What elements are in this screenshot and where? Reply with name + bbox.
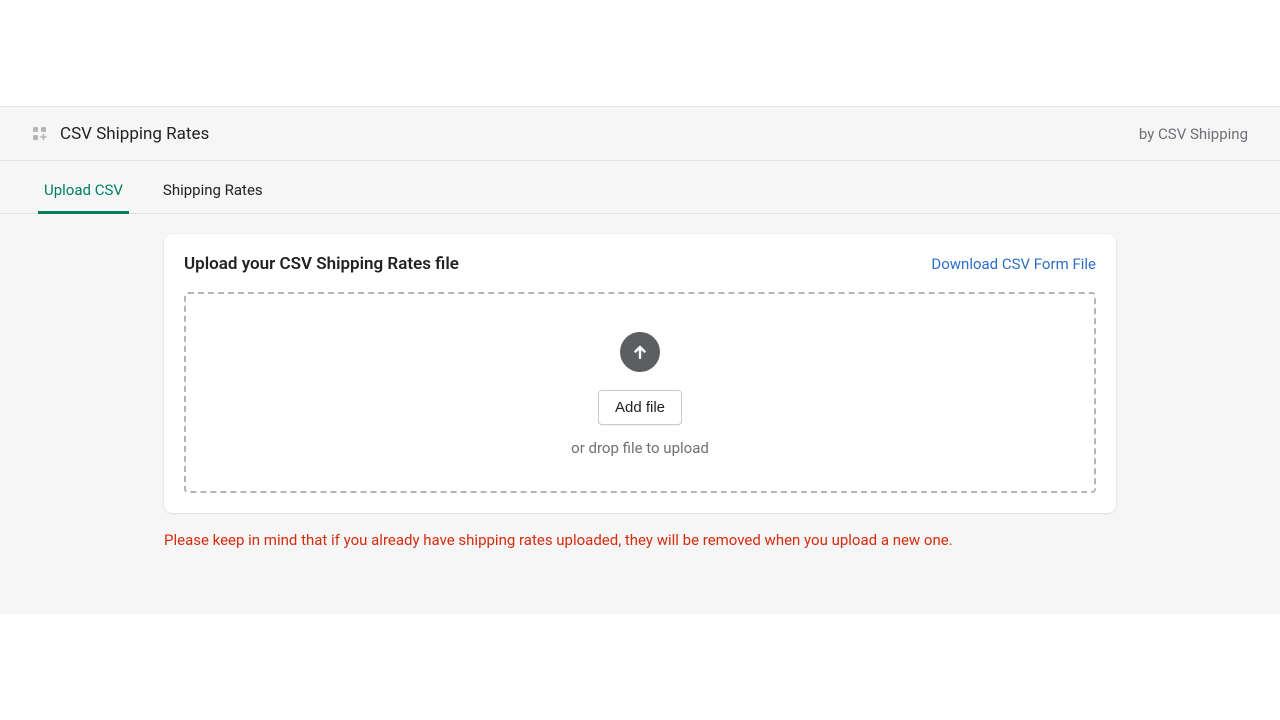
upload-card: Upload your CSV Shipping Rates file Down… [164, 234, 1116, 513]
apps-grid-icon [32, 126, 48, 142]
content-area: Upload your CSV Shipping Rates file Down… [0, 214, 1280, 614]
app-title: CSV Shipping Rates [60, 124, 209, 144]
drop-hint-text: or drop file to upload [571, 439, 709, 457]
upload-warning-text: Please keep in mind that if you already … [164, 531, 1116, 549]
file-dropzone[interactable]: Add file or drop file to upload [184, 292, 1096, 493]
card-header: Upload your CSV Shipping Rates file Down… [184, 254, 1096, 274]
download-csv-form-link[interactable]: Download CSV Form File [931, 255, 1096, 273]
add-file-button[interactable]: Add file [598, 390, 682, 425]
tabbar: Upload CSV Shipping Rates [0, 161, 1280, 214]
tab-shipping-rates[interactable]: Shipping Rates [157, 165, 269, 213]
tab-upload-csv[interactable]: Upload CSV [38, 165, 129, 213]
card-title: Upload your CSV Shipping Rates file [184, 254, 459, 274]
top-whitespace [0, 0, 1280, 106]
app-byline: by CSV Shipping [1139, 125, 1248, 143]
titlebar-left: CSV Shipping Rates [32, 124, 209, 144]
upload-arrow-icon [620, 332, 660, 372]
app-titlebar: CSV Shipping Rates by CSV Shipping [0, 106, 1280, 161]
